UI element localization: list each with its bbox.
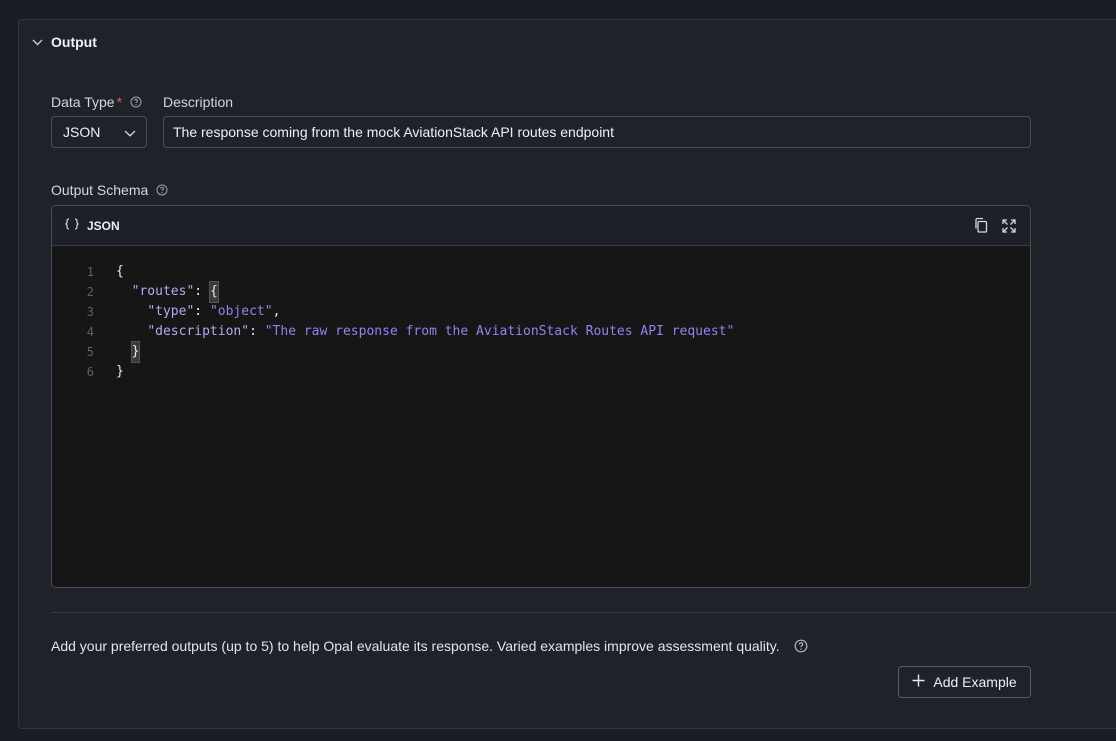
line-number: 1 — [86, 265, 94, 279]
description-input[interactable] — [163, 116, 1031, 148]
line-number: 6 — [86, 365, 94, 379]
data-type-select[interactable]: JSON — [51, 116, 147, 148]
code-line: 1{ — [52, 262, 1030, 282]
data-type-label: Data Type * — [51, 94, 142, 110]
expand-icon[interactable] — [1000, 217, 1018, 235]
json-key: "routes" — [131, 284, 195, 299]
help-icon[interactable] — [130, 96, 142, 108]
code-line: 6} — [52, 362, 1030, 382]
json-comma: , — [272, 304, 281, 319]
output-section: Output Data Type * Description JSON Outp… — [18, 19, 1116, 729]
examples-hint: Add your preferred outputs (up to 5) to … — [51, 638, 808, 654]
editor-language-label: JSON — [87, 218, 120, 233]
data-type-label-text: Data Type — [51, 94, 115, 110]
output-schema-label: Output Schema — [51, 182, 168, 198]
required-asterisk: * — [116, 94, 123, 110]
matched-brace: { — [208, 281, 219, 303]
data-type-selected-value: JSON — [63, 124, 101, 140]
code-line: 4 "description": "The raw response from … — [52, 322, 1030, 342]
json-colon: : — [194, 304, 210, 319]
add-example-button[interactable]: Add Example — [898, 666, 1031, 698]
editor-toolbar: JSON — [52, 206, 1030, 246]
json-colon: : — [249, 324, 265, 339]
description-label-text: Description — [163, 94, 234, 110]
matched-brace: } — [130, 341, 141, 363]
editor-language: JSON — [64, 218, 120, 233]
code-text: } — [116, 364, 124, 379]
line-number: 2 — [86, 285, 94, 299]
code-area[interactable]: 1{ 2 "routes": { 3 "type": "object", 4 "… — [52, 246, 1030, 382]
description-label: Description — [163, 94, 233, 110]
section-title: Output — [51, 34, 97, 50]
output-section-toggle[interactable]: Output — [31, 34, 97, 50]
line-number: 3 — [86, 305, 94, 319]
braces-icon — [64, 218, 80, 233]
add-example-label: Add Example — [933, 674, 1017, 690]
chevron-down-icon — [31, 36, 43, 48]
code-line: 5 } — [52, 341, 1030, 363]
code-line: 2 "routes": { — [52, 281, 1030, 303]
json-key: "description" — [147, 324, 250, 339]
json-colon: : — [194, 284, 210, 299]
help-icon[interactable] — [156, 184, 168, 196]
json-key: "type" — [147, 304, 195, 319]
help-icon[interactable] — [794, 639, 808, 653]
output-schema-label-text: Output Schema — [51, 182, 149, 198]
section-divider — [51, 612, 1116, 613]
schema-editor[interactable]: JSON 1{ 2 "routes": { 3 "type": "object"… — [51, 205, 1031, 588]
examples-hint-text: Add your preferred outputs (up to 5) to … — [51, 638, 780, 654]
json-string: "The raw response from the AviationStack… — [264, 324, 735, 339]
json-string: "object" — [209, 304, 273, 319]
chevron-down-icon — [124, 124, 136, 140]
code-text: { — [116, 264, 124, 279]
line-number: 4 — [86, 325, 94, 339]
line-number: 5 — [86, 345, 94, 359]
plus-icon — [912, 674, 925, 690]
copy-icon[interactable] — [972, 217, 990, 235]
code-line: 3 "type": "object", — [52, 302, 1030, 322]
